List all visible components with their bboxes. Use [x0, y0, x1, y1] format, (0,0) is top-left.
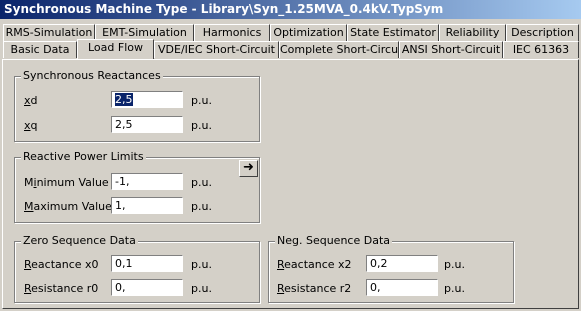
resistance-r0-unit: p.u.: [191, 282, 212, 295]
reactive-power-limits-title: Reactive Power Limits: [21, 150, 146, 163]
xq-label: xq: [24, 119, 38, 132]
xq-unit: p.u.: [191, 119, 212, 132]
tab-reliability[interactable]: Reliability: [439, 24, 506, 41]
xq-input[interactable]: 2,5: [111, 116, 183, 133]
tab-iec-61363[interactable]: IEC 61363: [503, 41, 579, 58]
resistance-r0-input[interactable]: 0,: [111, 279, 183, 296]
resistance-r0-label: Resistance r0: [24, 282, 99, 295]
tab-basic-data[interactable]: Basic Data: [3, 41, 77, 58]
tab-ansi-short-circuit[interactable]: ANSI Short-Circuit: [399, 41, 503, 58]
maximum-value-unit: p.u.: [191, 200, 212, 213]
minimum-value-input[interactable]: -1,: [111, 173, 183, 190]
sync-reactances-title: Synchronous Reactances: [21, 69, 163, 82]
right-arrow-icon[interactable]: ➜: [239, 160, 258, 177]
resistance-r2-input[interactable]: 0,: [366, 279, 438, 296]
resistance-r2-unit: p.u.: [444, 282, 465, 295]
zero-sequence-title: Zero Sequence Data: [21, 234, 138, 247]
maximum-value-input[interactable]: 1,: [111, 197, 183, 214]
window-title: Synchronous Machine Type - Library\Syn_1…: [0, 0, 581, 19]
reactance-x0-unit: p.u.: [191, 258, 212, 271]
tab-load-flow[interactable]: Load Flow: [77, 39, 154, 59]
neg-sequence-title: Neg. Sequence Data: [275, 234, 392, 247]
tab-state-estimator[interactable]: State Estimator: [347, 24, 439, 41]
resistance-r2-label: Resistance r2: [277, 282, 352, 295]
tab-harmonics[interactable]: Harmonics: [194, 24, 270, 41]
tab-optimization[interactable]: Optimization: [270, 24, 347, 41]
reactance-x0-input[interactable]: 0,1: [111, 255, 183, 272]
minimum-value-label: Minimum Value: [24, 176, 109, 189]
reactance-x0-label: Reactance x0: [24, 258, 99, 271]
xd-input[interactable]: 2,5: [111, 91, 183, 108]
maximum-value-label: Maximum Value: [24, 200, 112, 213]
tab-complete-short-circuit[interactable]: Complete Short-Circuit: [279, 41, 405, 58]
xd-label: xd: [24, 94, 38, 107]
reactance-x2-input[interactable]: 0,2: [366, 255, 438, 272]
xd-unit: p.u.: [191, 94, 212, 107]
reactance-x2-unit: p.u.: [444, 258, 465, 271]
tab-vde-iec-short-circuit[interactable]: VDE/IEC Short-Circuit: [154, 41, 279, 58]
minimum-value-unit: p.u.: [191, 176, 212, 189]
tab-description[interactable]: Description: [506, 24, 579, 41]
reactance-x2-label: Reactance x2: [277, 258, 352, 271]
